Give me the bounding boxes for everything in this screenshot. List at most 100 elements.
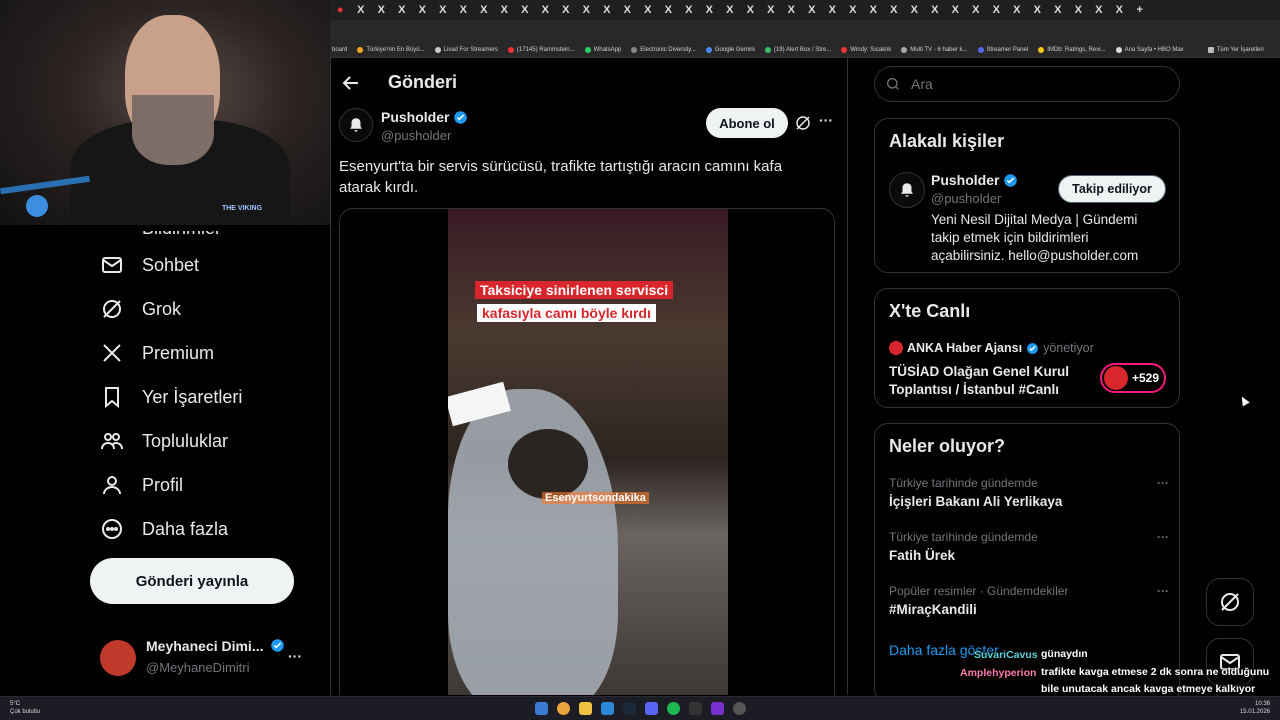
browser-tab[interactable]: X: [392, 0, 413, 20]
browser-tab[interactable]: X: [1048, 0, 1069, 20]
video-player[interactable]: Taksiciye sinirlenen servisci kafasıyla …: [448, 209, 728, 695]
browser-tab[interactable]: X: [453, 0, 474, 20]
nav-item-grok[interactable]: Grok: [100, 294, 181, 324]
bookmark[interactable]: Türkiye'nin En Büyü...: [357, 46, 425, 53]
discord-icon[interactable]: [645, 702, 658, 715]
browser-tab[interactable]: X: [945, 0, 966, 20]
browser-tab[interactable]: X: [1027, 0, 1048, 20]
bookmark[interactable]: board: [332, 47, 347, 53]
related-person-name[interactable]: Pusholder: [931, 172, 1018, 188]
app-icon[interactable]: [601, 702, 614, 715]
bookmark[interactable]: (17145) Rammstein...: [507, 46, 575, 53]
back-arrow-icon[interactable]: [339, 71, 363, 95]
browser-tab[interactable]: X: [843, 0, 864, 20]
browser-tab[interactable]: X: [535, 0, 556, 20]
post-media[interactable]: Taksiciye sinirlenen servisci kafasıyla …: [339, 208, 835, 695]
post-more-button[interactable]: ···: [819, 112, 833, 128]
browser-tab[interactable]: X: [1007, 0, 1028, 20]
post-button[interactable]: Gönderi yayınla: [90, 558, 294, 604]
nav-item-chat[interactable]: Sohbet: [100, 250, 199, 280]
bookmark[interactable]: IMDb: Ratings, Revi...: [1038, 46, 1106, 53]
search-box[interactable]: [874, 66, 1180, 102]
live-host[interactable]: ANKA Haber Ajansı yönetiyor: [889, 341, 1094, 355]
new-tab-icon[interactable]: +: [1130, 0, 1151, 20]
related-person-avatar[interactable]: [889, 172, 925, 208]
steam-icon[interactable]: [623, 702, 636, 715]
browser-tab[interactable]: X: [371, 0, 392, 20]
browser-tab[interactable]: X: [556, 0, 577, 20]
live-listeners-pill[interactable]: +529: [1100, 363, 1166, 393]
trend-item[interactable]: Türkiye tarihinde gündemde Fatih Ürek ··…: [889, 530, 1169, 563]
trend-more-button[interactable]: ···: [1157, 530, 1169, 544]
account-switcher[interactable]: Meyhaneci Dimi... @MeyhaneDimitri ···: [100, 630, 315, 680]
obs-icon[interactable]: [711, 702, 724, 715]
browser-tab[interactable]: ●: [330, 0, 351, 20]
bookmark[interactable]: Google Gemini: [705, 46, 755, 53]
browser-tab[interactable]: X: [433, 0, 454, 20]
system-clock[interactable]: 10:36 15.01.2026: [1240, 700, 1270, 716]
browser-tab[interactable]: X: [986, 0, 1007, 20]
browser-tab[interactable]: X: [699, 0, 720, 20]
bookmark[interactable]: Streamer Panel: [977, 46, 1028, 53]
bookmark[interactable]: (19) Alert Box / Stre...: [764, 46, 831, 53]
author-name[interactable]: Pusholder: [381, 109, 468, 125]
live-event-title[interactable]: TÜSİAD Olağan Genel Kurul Toplantısı / İ…: [889, 363, 1089, 399]
trend-more-button[interactable]: ···: [1157, 476, 1169, 490]
bookmark[interactable]: WhatsApp: [584, 46, 621, 53]
browser-tab[interactable]: X: [679, 0, 700, 20]
browser-tab[interactable]: X: [658, 0, 679, 20]
browser-tab[interactable]: X: [597, 0, 618, 20]
browser-tab[interactable]: X: [720, 0, 741, 20]
browser-tab[interactable]: X: [1109, 0, 1130, 20]
browser-tab[interactable]: X: [617, 0, 638, 20]
browser-tab[interactable]: X: [761, 0, 782, 20]
bookmark[interactable]: Windy: Sıcaklık: [841, 46, 891, 53]
nav-item-bookmarks[interactable]: Yer İşaretleri: [100, 382, 242, 412]
trend-more-button[interactable]: ···: [1157, 584, 1169, 598]
bookmark[interactable]: Electronic Diversity...: [631, 46, 696, 53]
trend-item[interactable]: Türkiye tarihinde gündemde İçişleri Baka…: [889, 476, 1169, 509]
chrome-icon[interactable]: [557, 702, 570, 715]
browser-tab[interactable]: X: [781, 0, 802, 20]
browser-tab[interactable]: X: [494, 0, 515, 20]
app-icon[interactable]: [733, 702, 746, 715]
weather-widget[interactable]: 5°C Çok bulutlu: [10, 700, 40, 716]
bookmark[interactable]: Livad For Streamers: [434, 46, 498, 53]
browser-tab[interactable]: X: [904, 0, 925, 20]
browser-tab[interactable]: X: [966, 0, 987, 20]
browser-tab[interactable]: X: [515, 0, 536, 20]
browser-tab[interactable]: X: [740, 0, 761, 20]
author-avatar[interactable]: [339, 108, 373, 142]
bookmark[interactable]: Ana Sayfa • HBO Max: [1115, 46, 1184, 53]
subscribe-button[interactable]: Abone ol: [706, 108, 788, 138]
related-person-handle[interactable]: @pusholder: [931, 191, 1001, 206]
start-icon[interactable]: [535, 702, 548, 715]
grok-fab[interactable]: [1206, 578, 1254, 626]
browser-tab[interactable]: X: [474, 0, 495, 20]
folder-icon[interactable]: [579, 702, 592, 715]
address-bar[interactable]: [330, 20, 1280, 42]
browser-tab[interactable]: X: [925, 0, 946, 20]
browser-tab[interactable]: X: [1068, 0, 1089, 20]
nav-item-communities[interactable]: Topluluklar: [100, 426, 228, 456]
trend-item[interactable]: Popüler resimler · Gündemdekiler #MiraçK…: [889, 584, 1169, 617]
browser-tab[interactable]: X: [351, 0, 372, 20]
all-bookmarks[interactable]: Tüm Yer İşaretleri: [1207, 46, 1264, 53]
browser-tab[interactable]: X: [412, 0, 433, 20]
browser-tab[interactable]: X: [863, 0, 884, 20]
browser-tab[interactable]: X: [822, 0, 843, 20]
browser-tab[interactable]: X: [884, 0, 905, 20]
epic-icon[interactable]: [689, 702, 702, 715]
browser-tab[interactable]: X: [576, 0, 597, 20]
grok-icon[interactable]: [794, 114, 812, 132]
browser-tab[interactable]: X: [802, 0, 823, 20]
browser-tab[interactable]: X: [638, 0, 659, 20]
nav-item-profile[interactable]: Profil: [100, 470, 183, 500]
browser-tab[interactable]: X: [1089, 0, 1110, 20]
nav-item-more[interactable]: Daha fazla: [100, 514, 228, 544]
spotify-icon[interactable]: [667, 702, 680, 715]
author-handle[interactable]: @pusholder: [381, 128, 451, 143]
search-input[interactable]: [911, 76, 1161, 92]
nav-item-premium[interactable]: Premium: [100, 338, 214, 368]
following-button[interactable]: Takip ediliyor: [1058, 175, 1166, 203]
